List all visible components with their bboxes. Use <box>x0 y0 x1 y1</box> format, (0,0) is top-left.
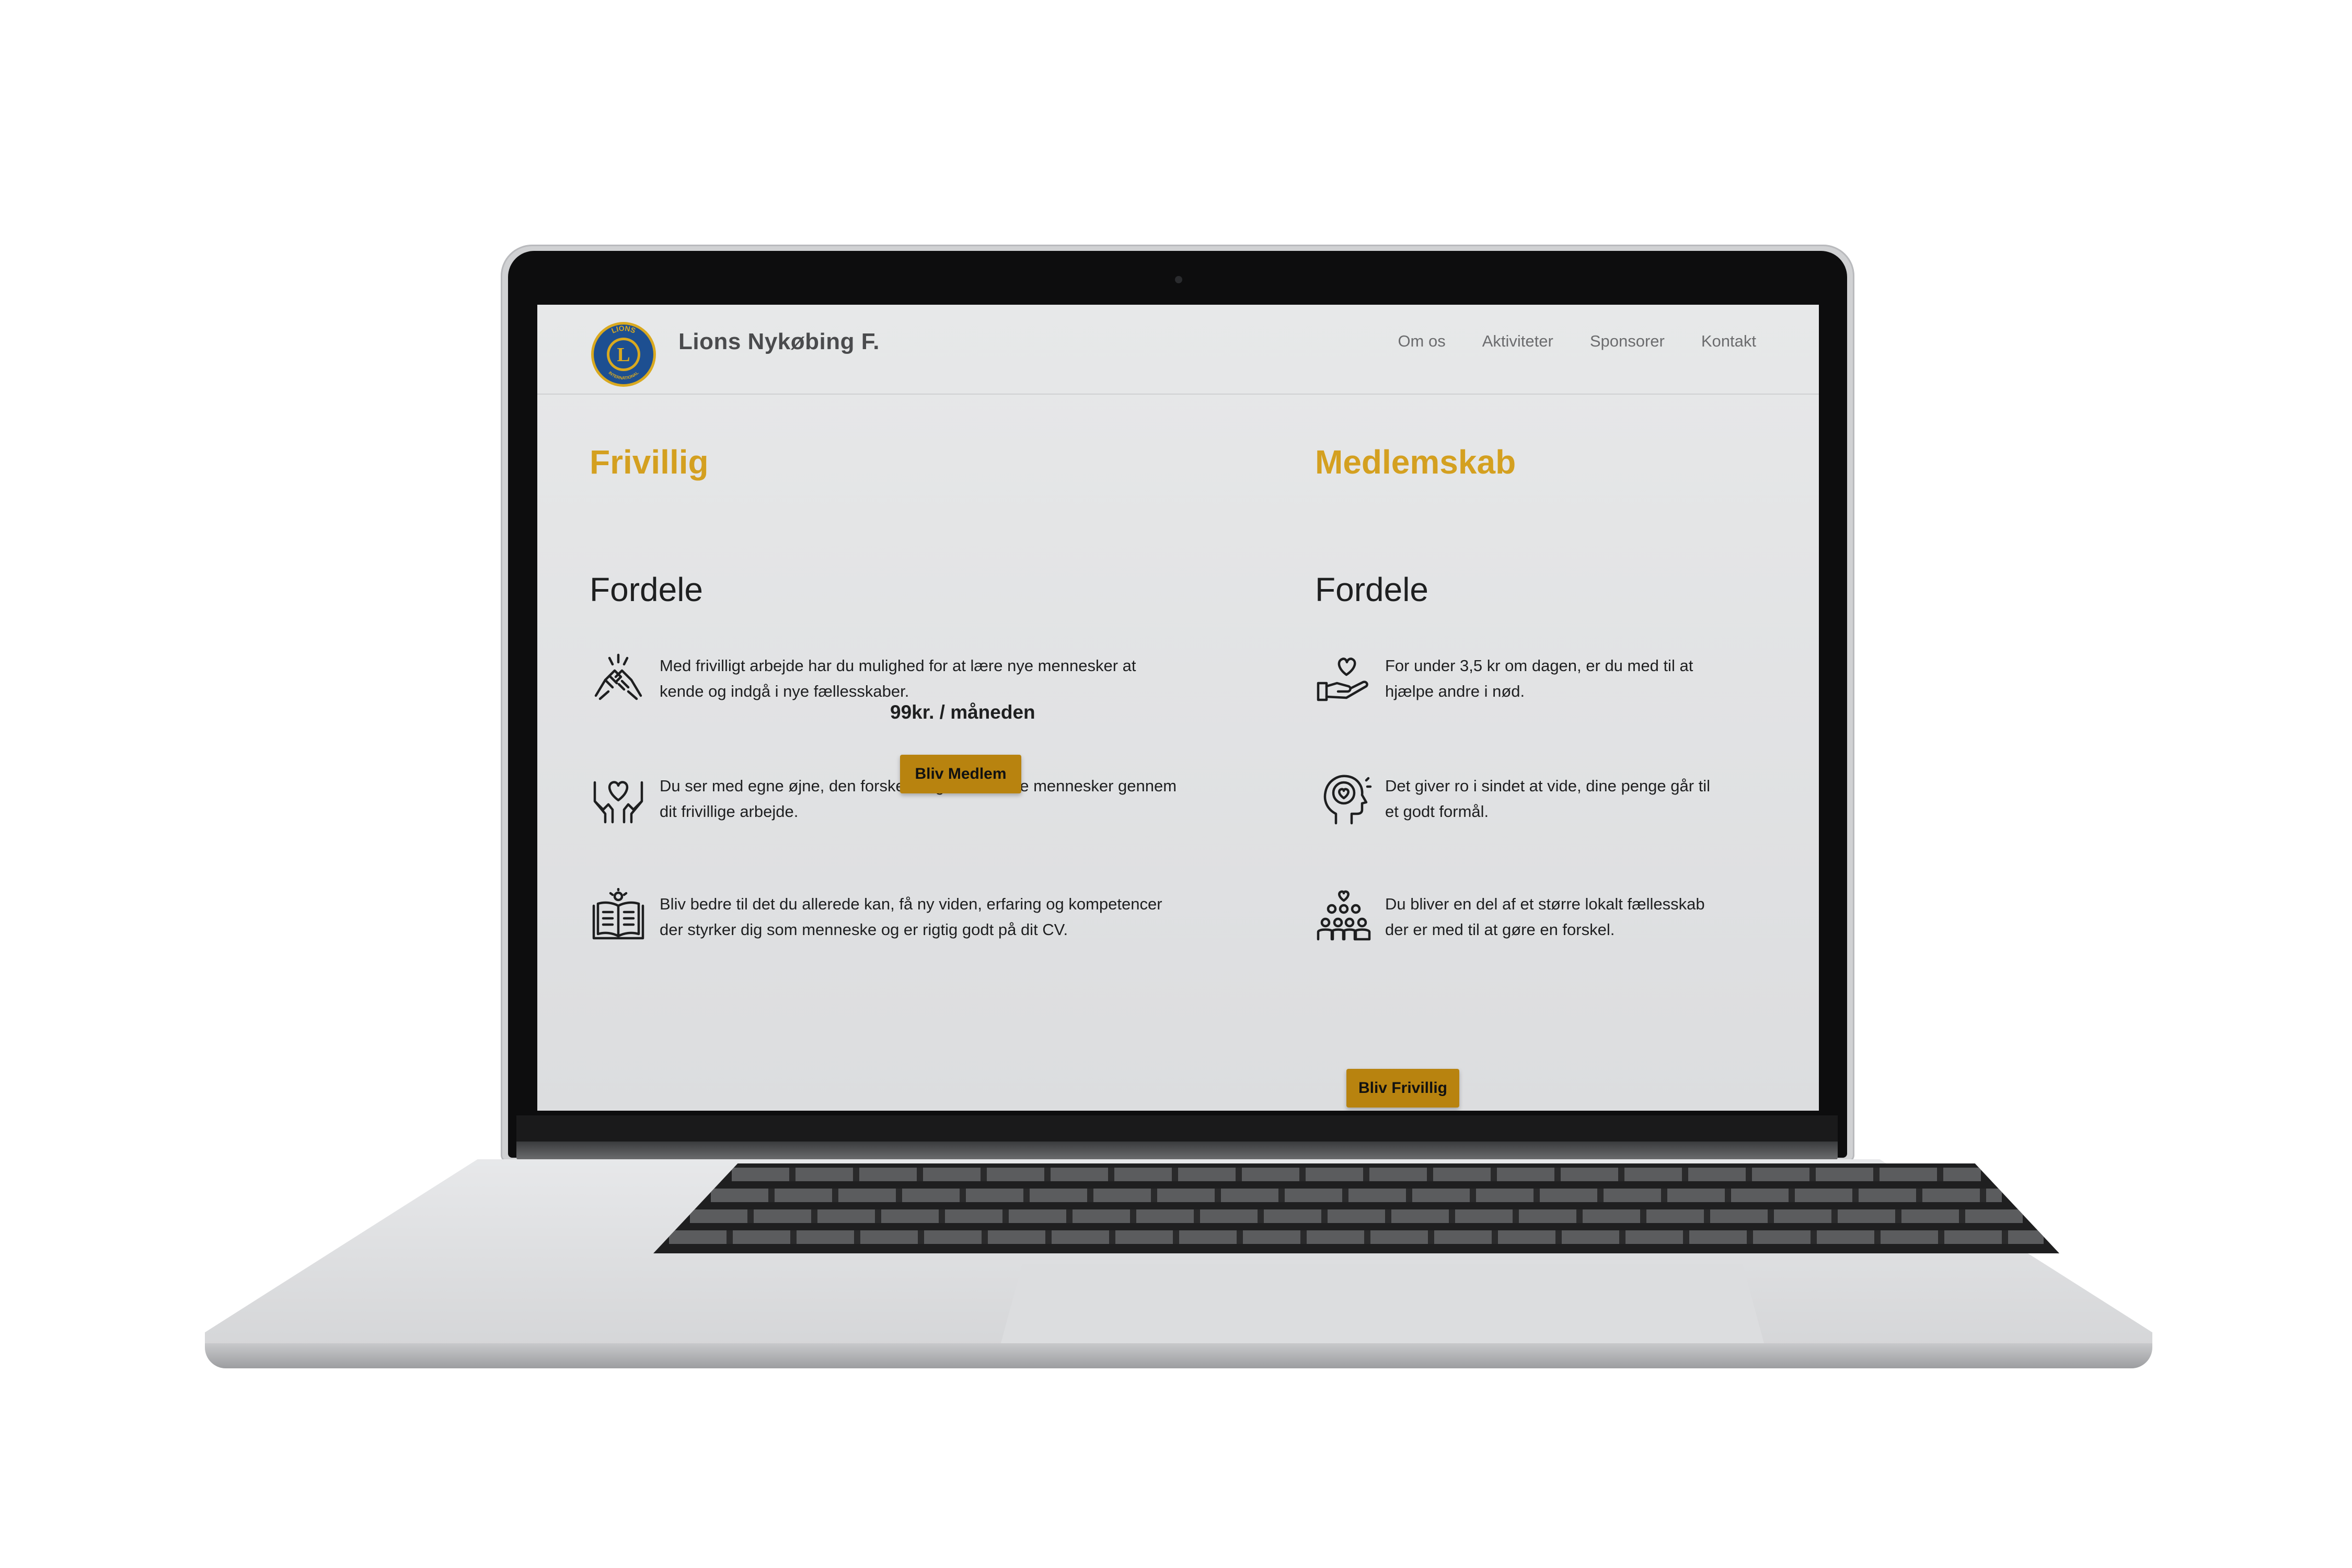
top-navigation: LIONS INTERNATIONAL L Lions Nykøbing F. … <box>537 305 1819 395</box>
nav-sponsorer[interactable]: Sponsorer <box>1590 332 1665 351</box>
medlemskab-subtitle: Fordele <box>1315 571 1428 608</box>
site-brand[interactable]: Lions Nykøbing F. <box>678 329 880 355</box>
logo-letter: L <box>617 344 630 366</box>
browser-viewport: LIONS INTERNATIONAL L Lions Nykøbing F. … <box>537 305 1819 1111</box>
book-lightbulb-icon <box>592 888 644 940</box>
laptop-base <box>205 1159 2152 1368</box>
key-row <box>669 1230 2044 1244</box>
laptop-base-edge <box>205 1343 2152 1368</box>
medlemskab-benefit-text: Du bliver en del af et større lokalt fæl… <box>1385 895 1705 939</box>
frivillig-subtitle: Fordele <box>590 571 703 608</box>
membership-price: 99kr. / måneden <box>890 701 1035 723</box>
hands-heart-icon <box>593 781 643 824</box>
bliv-medlem-button[interactable]: Bliv Medlem <box>900 755 1021 793</box>
handshake-icon <box>594 653 642 700</box>
frivillig-benefit-text: Med frivilligt arbejde har du mulighed f… <box>660 656 1136 700</box>
main-menu: Om os Aktiviteter Sponsorer Kontakt <box>1398 332 1756 351</box>
keyboard <box>653 1163 2059 1253</box>
head-heart-icon <box>1323 775 1372 825</box>
community-heart-icon <box>1317 890 1371 941</box>
medlemskab-benefit-text: For under 3,5 kr om dagen, er du med til… <box>1385 656 1693 700</box>
key-row <box>711 1189 2002 1202</box>
laptop-hinge <box>516 1115 1838 1142</box>
key-row <box>690 1209 2023 1223</box>
lions-logo-icon[interactable]: LIONS INTERNATIONAL L <box>590 320 658 388</box>
frivillig-benefit-text: Bliv bedre til det du allerede kan, få n… <box>660 895 1162 939</box>
medlemskab-title: Medlemskab <box>1315 443 1516 481</box>
nav-om-os[interactable]: Om os <box>1398 332 1445 351</box>
nav-aktiviteter[interactable]: Aktiviteter <box>1482 332 1553 351</box>
bliv-frivillig-button[interactable]: Bliv Frivillig <box>1346 1069 1459 1108</box>
nav-kontakt[interactable]: Kontakt <box>1701 332 1756 351</box>
trackpad <box>999 1264 1766 1349</box>
hand-heart-icon <box>1317 658 1368 701</box>
frivillig-title: Frivillig <box>590 443 709 481</box>
webcam <box>1175 276 1182 283</box>
laptop-hinge-edge <box>516 1142 1838 1160</box>
medlemskab-benefit-text: Det giver ro i sindet at vide, dine peng… <box>1385 777 1711 821</box>
key-row <box>732 1168 1981 1181</box>
